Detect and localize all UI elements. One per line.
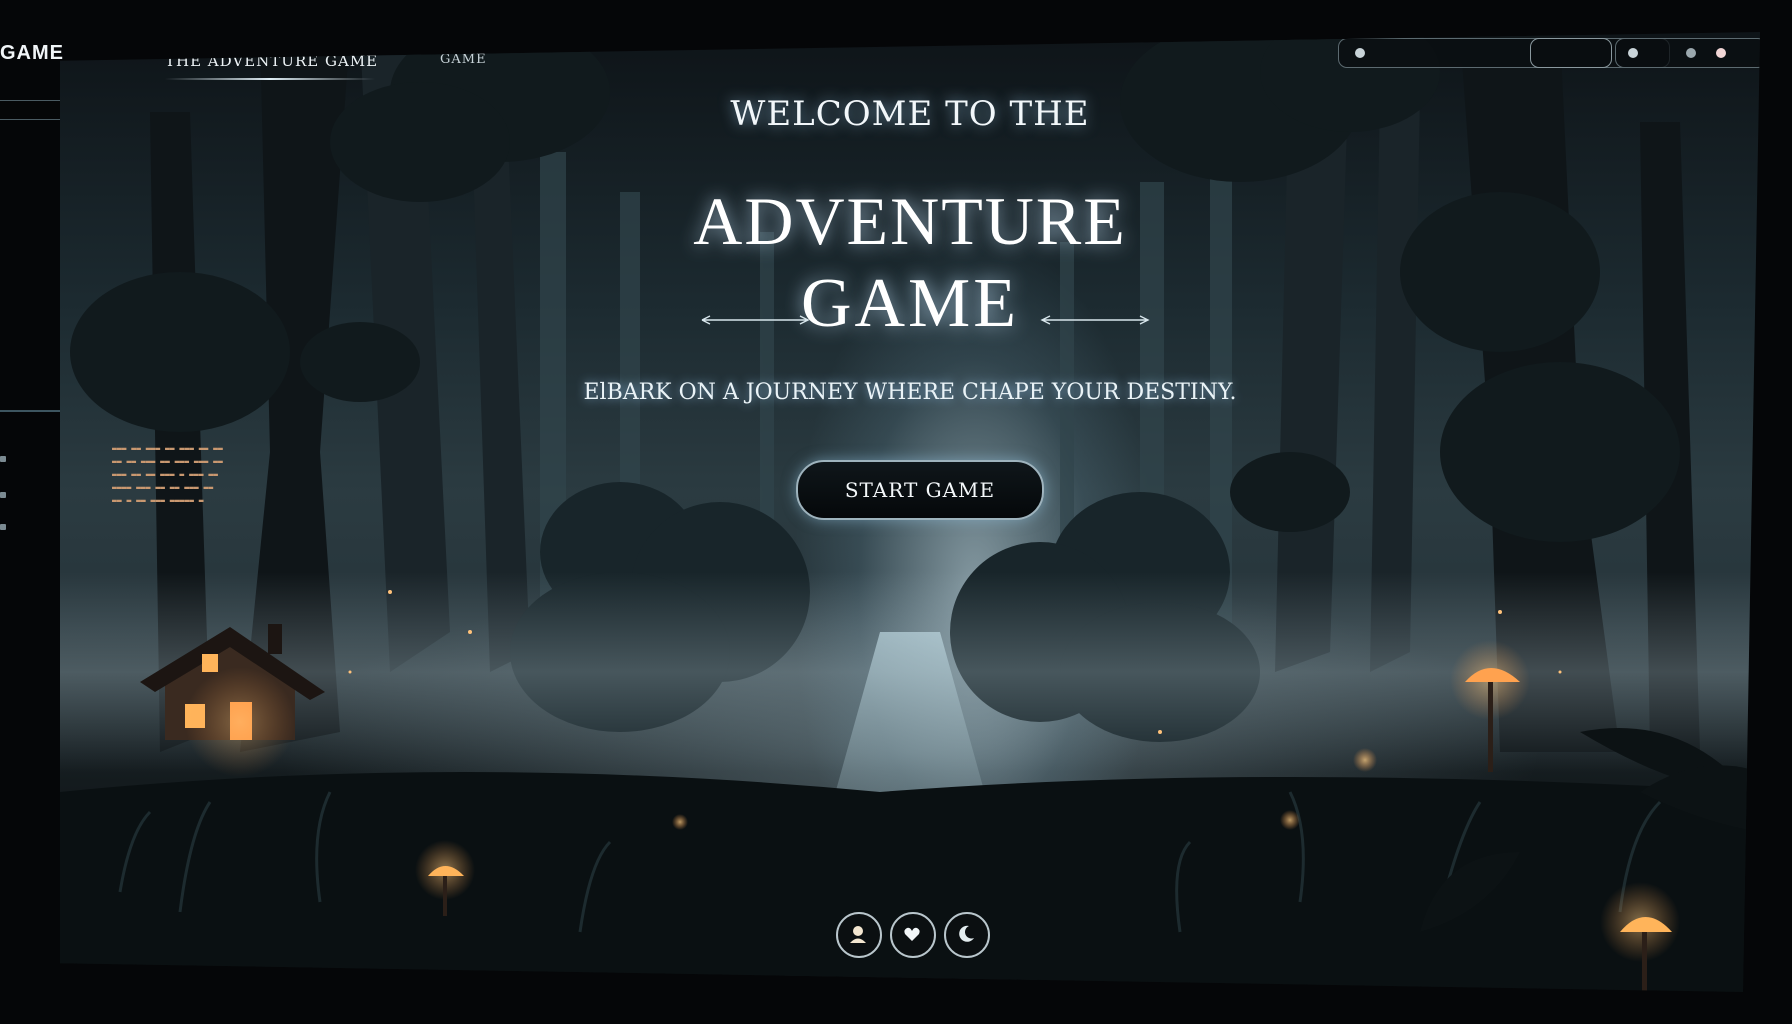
character-icon <box>850 926 866 943</box>
lore-text-block: ▬▬▬ ▬▬ ▬▬▬ ▬▬ ▬▬▬ ▬▬ ▬▬ ▬▬ ▬▬ ▬▬▬ ▬▬ ▬▬▬… <box>112 444 292 509</box>
account-icon <box>1355 48 1365 58</box>
lore-line: ▬▬▬ ▬▬ ▬▬▬ ▬▬ ▬▬▬ ▬▬ ▬▬ <box>112 444 223 453</box>
profile-icon[interactable] <box>1686 48 1696 58</box>
lore-line: ▬▬ ▬▬ ▬▬▬ ▬▬ ▬▬▬ ▬▬▬ ▬▬ <box>112 457 223 466</box>
ability-button[interactable] <box>890 912 936 958</box>
sidebar-divider <box>0 410 64 412</box>
sidebar-dot <box>0 524 6 530</box>
start-game-label: START GAME <box>844 478 996 502</box>
game-panel: THE ADVENTURE GAME GAME WELCOME TO THE A… <box>60 32 1760 992</box>
notification-icon[interactable] <box>1716 48 1726 58</box>
lore-line: ▬▬ ▬ ▬▬ ▬▬▬ ▬▬▬▬▬ ▬ <box>112 496 204 505</box>
sidebar-dot <box>0 492 6 498</box>
flourish-right <box>1040 315 1150 325</box>
sidebar-item[interactable] <box>0 256 16 270</box>
nav-game-link[interactable]: GAME <box>440 52 487 67</box>
hero-title-line-2: GAME <box>800 265 1020 342</box>
start-game-button[interactable]: START GAME <box>796 460 1044 520</box>
top-right-icons <box>1615 38 1760 68</box>
hero-tagline: ElBARK ON A JOURNEY WHERE CHAPE YOUR DES… <box>583 380 1237 405</box>
moon-icon <box>959 925 974 942</box>
settings-icon[interactable] <box>1628 48 1638 58</box>
hero-title-line-1: ADVENTURE <box>693 183 1127 259</box>
nav-active-underline <box>165 78 375 80</box>
toolbar-button[interactable] <box>1530 38 1612 68</box>
sidebar-item[interactable] <box>0 162 28 176</box>
night-mode-button[interactable] <box>944 912 990 958</box>
sidebar-item[interactable] <box>0 132 18 146</box>
lore-line: ▬▬▬▬ ▬▬▬ ▬▬ ▬▬ ▬▬▬ ▬▬ <box>112 483 214 492</box>
flourish-left <box>701 315 810 325</box>
hand-heart-icon <box>904 927 920 941</box>
sidebar-dot <box>0 456 6 462</box>
nav-title-link[interactable]: THE ADVENTURE GAME <box>165 52 378 70</box>
game-screen: GAME THE ADVENTURE GAME GAME WELCOME TO … <box>0 0 1792 1024</box>
sidebar-brand[interactable]: GAME <box>0 42 64 65</box>
hero-welcome: WELCOME TO THE <box>730 94 1090 134</box>
character-button[interactable] <box>836 912 882 958</box>
sidebar-item[interactable] <box>0 204 26 218</box>
lore-line: ▬▬▬ ▬▬ ▬▬ ▬▬▬ ▬ ▬▬▬ ▬▬ <box>112 470 218 479</box>
sidebar-item[interactable] <box>0 298 20 312</box>
